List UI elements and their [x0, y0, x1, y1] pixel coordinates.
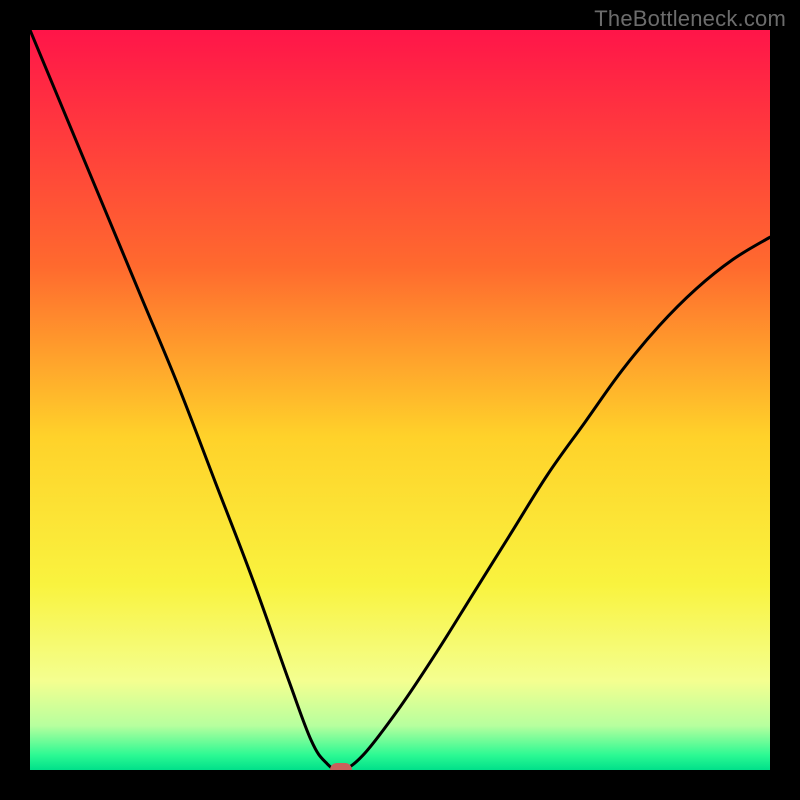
- chart-frame: TheBottleneck.com: [0, 0, 800, 800]
- ideal-point-marker: [330, 763, 352, 770]
- watermark-text: TheBottleneck.com: [594, 6, 786, 32]
- chart-svg: [30, 30, 770, 770]
- gradient-background: [30, 30, 770, 770]
- plot-area: [30, 30, 770, 770]
